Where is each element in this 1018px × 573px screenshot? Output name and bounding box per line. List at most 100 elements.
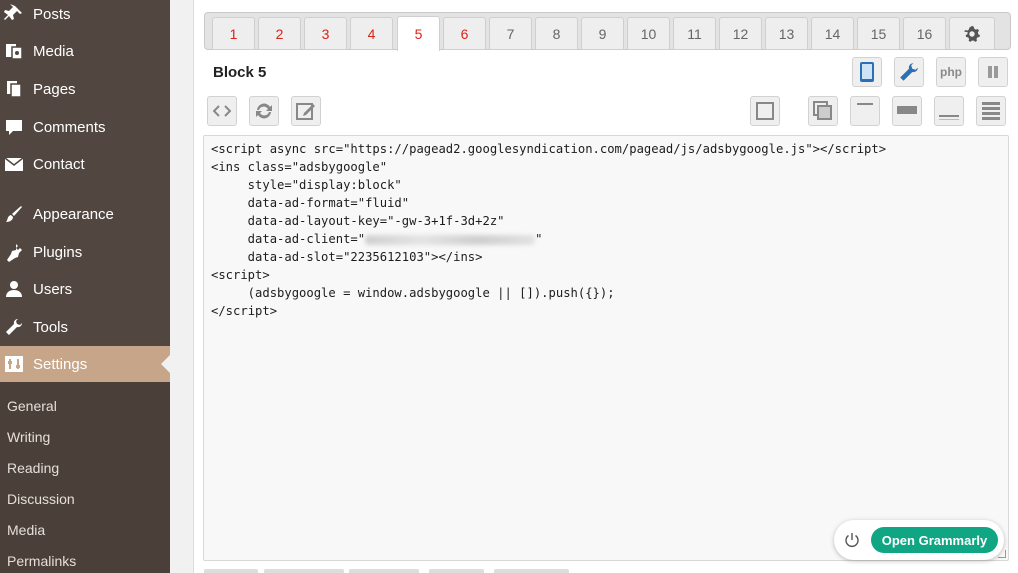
pause-icon (988, 66, 998, 78)
pin-icon (4, 4, 24, 24)
bottom-button-stub (494, 569, 569, 573)
tab-block-5[interactable]: 5 (397, 16, 440, 51)
lines-icon (982, 102, 1000, 120)
power-icon[interactable] (843, 531, 861, 549)
submenu-item-permalinks[interactable]: Permalinks (7, 553, 76, 569)
tab-block-3[interactable]: 3 (304, 17, 347, 50)
align-middle-button[interactable] (892, 96, 922, 126)
bottom-button-stub (349, 569, 419, 573)
tab-block-9[interactable]: 9 (581, 17, 624, 50)
sidebar-item-plugins[interactable]: Plugins (0, 234, 170, 270)
sidebar-item-label: Contact (33, 155, 85, 173)
code-line-5: data-ad-layout-key="-gw-3+1f-3d+2z" (211, 214, 505, 228)
code-line-4: data-ad-format="fluid" (211, 196, 410, 210)
plug-icon (4, 242, 24, 262)
sidebar-item-settings[interactable]: Settings (0, 346, 170, 382)
tab-block-10[interactable]: 10 (627, 17, 670, 50)
align-stretch-button[interactable] (976, 96, 1006, 126)
sidebar-item-label: Users (33, 280, 73, 298)
settings-icon (4, 354, 24, 374)
align-top-icon (857, 103, 873, 105)
align-bottom-button[interactable] (934, 96, 964, 126)
bottom-button-stub (429, 569, 484, 573)
code-line-8: <script> (211, 268, 270, 282)
code-content: <script async src="https://pagead2.googl… (211, 142, 887, 318)
block-tab-bar: 1 2 3 4 5 6 7 8 9 10 11 12 13 14 15 16 (204, 12, 1011, 51)
align-none-button[interactable] (750, 96, 780, 126)
tab-block-7[interactable]: 7 (489, 17, 532, 50)
device-detection-button[interactable] (852, 57, 882, 87)
tab-block-14[interactable]: 14 (811, 17, 854, 50)
submenu-item-general[interactable]: General (7, 398, 57, 414)
php-icon: php (940, 65, 962, 79)
square-outline-icon (756, 102, 774, 120)
sidebar-item-comments[interactable]: Comments (0, 109, 170, 145)
php-processing-button[interactable]: php (936, 57, 966, 87)
refresh-button[interactable] (249, 96, 279, 126)
pages-icon (4, 79, 24, 99)
tab-block-8[interactable]: 8 (535, 17, 578, 50)
code-line-1-tail: ipt> (856, 142, 887, 156)
sidebar-item-label: Comments (33, 118, 106, 136)
code-line-9: (adsbygoogle = window.adsbygoogle || [])… (211, 286, 615, 300)
code-line-3: style="display:block" (211, 178, 402, 192)
mail-icon (4, 154, 24, 174)
sidebar-item-pages[interactable]: Pages (0, 71, 170, 107)
sidebar-item-media[interactable]: Media (0, 33, 170, 69)
misc-settings-button[interactable] (894, 57, 924, 87)
tab-block-12[interactable]: 12 (719, 17, 762, 50)
sidebar-item-label: Media (33, 42, 74, 60)
media-icon (4, 41, 24, 61)
tab-block-4[interactable]: 4 (350, 17, 393, 50)
align-center-icon (897, 106, 917, 114)
sidebar-item-label: Settings (33, 355, 88, 373)
code-view-button[interactable] (207, 96, 237, 126)
sidebar-item-appearance[interactable]: Appearance (0, 196, 170, 232)
comment-icon (4, 117, 24, 137)
code-line-6: data-ad-client=" (211, 232, 366, 246)
tab-block-1[interactable]: 1 (212, 17, 255, 50)
align-bottom-icon (939, 115, 959, 120)
wrench-icon (900, 63, 918, 81)
block-settings-panel: 1 2 3 4 5 6 7 8 9 10 11 12 13 14 15 16 B… (193, 0, 1018, 573)
sidebar-item-users[interactable]: Users (0, 271, 170, 307)
sidebar-item-label: Posts (33, 5, 71, 23)
sidebar-item-tools[interactable]: Tools (0, 309, 170, 345)
grammarly-widget: Open Grammarly (834, 520, 1004, 560)
sidebar-item-label: Tools (33, 318, 69, 336)
code-line-1: <script async src="https://pagead2.googl… (211, 142, 857, 156)
sidebar-item-label: Pages (33, 80, 76, 98)
sidebar-item-contact[interactable]: Contact (0, 146, 170, 182)
align-float-button[interactable] (808, 96, 838, 126)
tab-block-6[interactable]: 6 (443, 17, 486, 50)
submenu-item-writing[interactable]: Writing (7, 429, 50, 445)
redacted-client-id (365, 234, 536, 245)
edit-button[interactable] (291, 96, 321, 126)
tab-block-2[interactable]: 2 (258, 17, 301, 50)
align-top-button[interactable] (850, 96, 880, 126)
sidebar-item-label: Plugins (33, 243, 83, 261)
gear-icon (964, 25, 980, 42)
bottom-button-stub (264, 569, 344, 573)
submenu-item-media[interactable]: Media (7, 522, 45, 538)
float-icon (813, 101, 832, 120)
refresh-icon (256, 103, 272, 119)
code-editor[interactable]: <script async src="https://pagead2.googl… (203, 135, 1009, 561)
bottom-button-stub (204, 569, 258, 573)
submenu-item-reading[interactable]: Reading (7, 460, 59, 476)
tab-block-11[interactable]: 11 (673, 17, 716, 50)
sidebar-item-label: Appearance (33, 205, 114, 223)
block-title: Block 5 (213, 64, 267, 81)
code-icon (213, 105, 231, 117)
sidebar-item-posts[interactable]: Posts (0, 0, 170, 32)
tab-block-15[interactable]: 15 (857, 17, 900, 50)
submenu-item-discussion[interactable]: Discussion (7, 491, 75, 507)
open-grammarly-button[interactable]: Open Grammarly (871, 527, 998, 553)
tab-block-16[interactable]: 16 (903, 17, 946, 50)
user-icon (4, 279, 24, 299)
admin-sidebar: Posts Media Pages Comments Contact Appea… (0, 0, 170, 573)
tab-block-13[interactable]: 13 (765, 17, 808, 50)
pause-button[interactable] (978, 57, 1008, 87)
tab-settings[interactable] (949, 17, 995, 50)
code-line-10-tail: ipt> (247, 304, 278, 318)
